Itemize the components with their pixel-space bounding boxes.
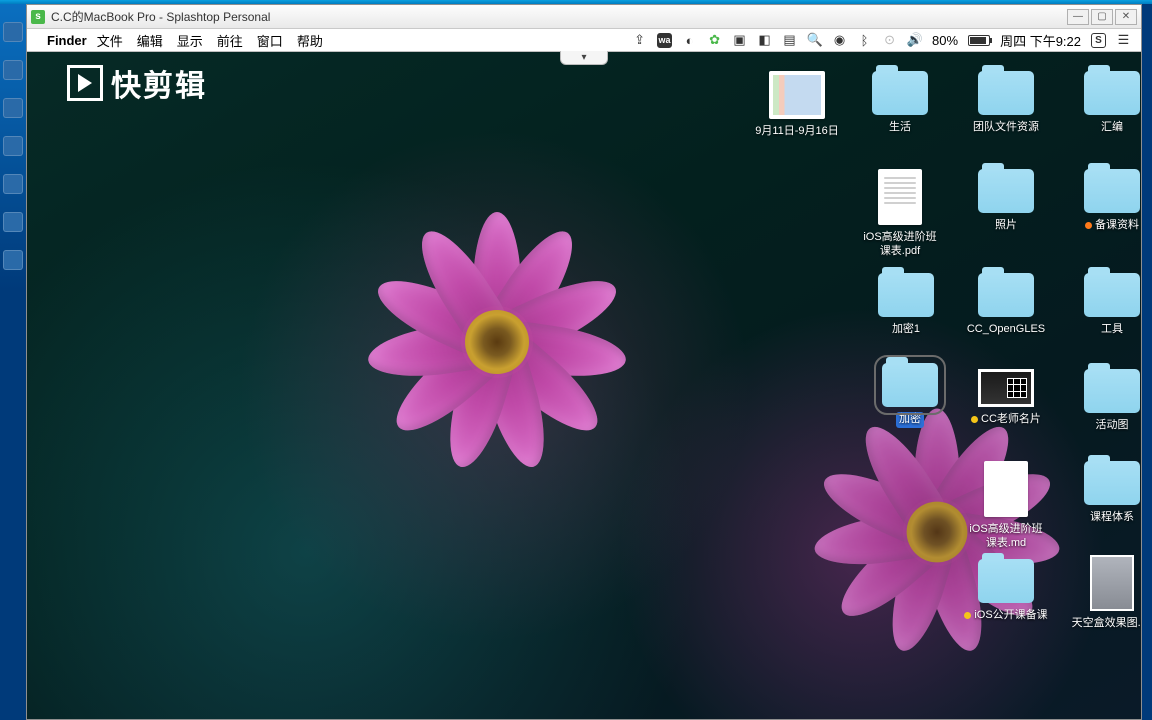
- folder-icon: [1084, 461, 1140, 505]
- file-icon: [878, 169, 922, 225]
- desktop-item-huodong[interactable]: 活动图: [1067, 369, 1141, 434]
- desktop-item-label: CC_OpenGLES: [964, 322, 1048, 338]
- host-strip-icon: [3, 22, 23, 42]
- desktop-item-enc[interactable]: 加密: [865, 363, 955, 428]
- folder-icon: [978, 71, 1034, 115]
- desktop-item-prep[interactable]: 备课资料: [1067, 169, 1141, 234]
- folder-icon: [1084, 169, 1140, 213]
- folder-icon: [1084, 71, 1140, 115]
- folder-icon: [1084, 369, 1140, 413]
- gif-icon: [1090, 555, 1134, 611]
- folder-icon: [978, 273, 1034, 317]
- desktop-item-label: 照片: [992, 218, 1020, 234]
- tag-dot-icon: [964, 612, 971, 619]
- minimize-button[interactable]: —: [1067, 9, 1089, 25]
- desktop-item-label: 汇编: [1098, 120, 1126, 136]
- desktop-item-team[interactable]: 团队文件资源: [961, 71, 1051, 136]
- desktop-item-label: 生活: [886, 120, 914, 136]
- splashtop-icon: s: [31, 10, 45, 24]
- close-button[interactable]: ✕: [1115, 9, 1137, 25]
- host-strip-icon: [3, 174, 23, 194]
- host-strip-icon: [3, 212, 23, 232]
- desktop-item-card[interactable]: CC老师名片: [961, 369, 1051, 428]
- window-title: C.C的MacBook Pro - Splashtop Personal: [51, 8, 270, 25]
- desktop-item-label: iOS高级进阶班课表.pdf: [855, 230, 945, 260]
- host-strip-icon: [3, 250, 23, 270]
- desktop-item-label: 课程体系: [1087, 510, 1137, 526]
- host-taskbar-left: [0, 4, 26, 720]
- tag-dot-icon: [1085, 222, 1092, 229]
- desktop-item-photo[interactable]: 照片: [961, 169, 1051, 234]
- desktop-item-md1[interactable]: iOS高级进阶班课表.md: [961, 461, 1051, 552]
- desktop-item-compile[interactable]: 汇编: [1067, 71, 1141, 136]
- desktop-item-pubprep[interactable]: iOS公开课备课: [961, 559, 1051, 624]
- desktop-item-label: CC老师名片: [968, 412, 1044, 428]
- desktop-item-tools[interactable]: 工具: [1067, 273, 1141, 338]
- tag-dot-icon: [971, 416, 978, 423]
- splashtop-window: s C.C的MacBook Pro - Splashtop Personal —…: [26, 4, 1142, 720]
- desktop-item-label: 天空盒效果图.gif: [1069, 616, 1141, 632]
- desktop-item-sky[interactable]: 天空盒效果图.gif: [1067, 555, 1141, 632]
- desktop-item-label: 团队文件资源: [970, 120, 1042, 136]
- folder-icon: [1084, 273, 1140, 317]
- desktop-item-label: 加密: [896, 412, 924, 428]
- host-strip-icon: [3, 136, 23, 156]
- desktop-item-doc1[interactable]: 9月11日-9月16日: [747, 71, 847, 140]
- desktop-item-label: 活动图: [1093, 418, 1132, 434]
- host-strip-icon: [3, 60, 23, 80]
- file-icon: [984, 461, 1028, 517]
- host-strip-icon: [3, 98, 23, 118]
- folder-icon: [878, 273, 934, 317]
- desktop-item-label: 备课资料: [1082, 218, 1141, 234]
- folder-icon: [872, 71, 928, 115]
- remote-desktop[interactable]: Finder 文件 编辑 显示 前往 窗口 帮助 ⇪ wa ◐ ✿ ▣ ◧ ▤ …: [27, 29, 1141, 719]
- desktop-item-course[interactable]: 课程体系: [1067, 461, 1141, 526]
- file-icon: [769, 71, 825, 119]
- maximize-button[interactable]: ▢: [1091, 9, 1113, 25]
- img-icon: [978, 369, 1034, 407]
- desktop-item-label: iOS高级进阶班课表.md: [961, 522, 1051, 552]
- desktop-item-label: 工具: [1098, 322, 1126, 338]
- folder-icon: [978, 169, 1034, 213]
- titlebar[interactable]: s C.C的MacBook Pro - Splashtop Personal —…: [27, 5, 1141, 29]
- folder-icon: [978, 559, 1034, 603]
- desktop-item-pdf1[interactable]: iOS高级进阶班课表.pdf: [855, 169, 945, 260]
- folder-icon: [882, 363, 938, 407]
- desktop-item-life[interactable]: 生活: [855, 71, 945, 136]
- desktop-item-label: iOS公开课备课: [961, 608, 1050, 624]
- desktop-item-label: 加密1: [889, 322, 923, 338]
- desktop-icons-layer: 9月11日-9月16日 生活 团队文件资源 汇编 iOS高级进阶班课表.pdf 照片 备课资…: [27, 29, 1141, 719]
- desktop-item-ccogl[interactable]: CC_OpenGLES: [961, 273, 1051, 338]
- desktop-item-enc1[interactable]: 加密1: [861, 273, 951, 338]
- desktop-item-label: 9月11日-9月16日: [752, 124, 842, 140]
